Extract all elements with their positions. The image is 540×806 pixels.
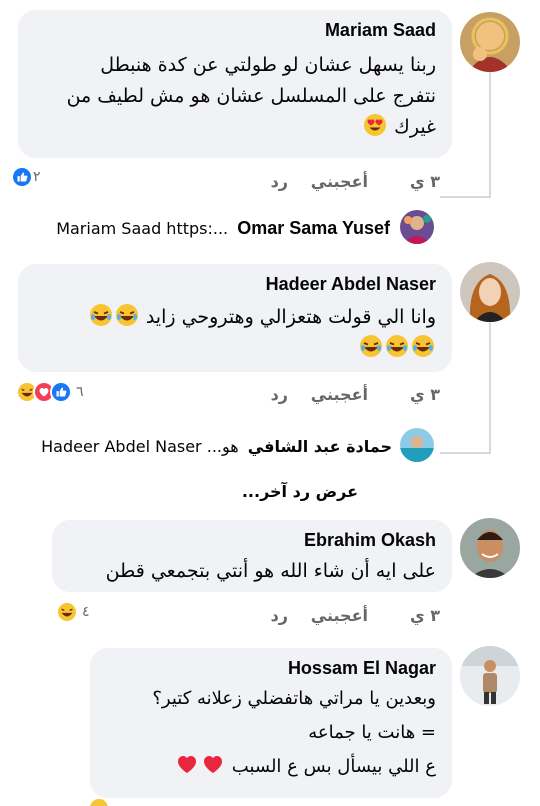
reply-button[interactable]: رد [271,385,288,404]
like-reaction-icon [11,166,33,188]
reaction-count: ٦ [76,384,84,400]
reaction-summary-partial[interactable] [88,796,110,806]
comment-time: ٣ ي [410,172,440,191]
like-button[interactable]: أعجبني [311,172,368,191]
laughing-emoji-icon [385,334,409,358]
avatar[interactable] [460,646,520,706]
reply-preview[interactable]: حمادة عبد الشافي هو... Hadeer Abdel Nase… [41,437,392,456]
comment-text: وانا الي قولت هتعزالي وهتروحي زايد [32,302,436,364]
thread-line [440,196,491,198]
reply-avatar[interactable] [400,210,434,244]
comment-text: وبعدين يا مراتي هاتفضلي زعلانه كتير؟ = ه… [152,688,436,777]
red-heart-emoji-icon [201,752,225,776]
avatar[interactable] [460,12,520,72]
haha-reaction-icon [56,601,78,623]
like-button[interactable]: أعجبني [311,385,368,404]
comment-text: على ايه أن شاء الله هو أنتي بتجمعي قطن [105,560,436,582]
laughing-emoji-icon [359,334,383,358]
comment-bubble: Hadeer Abdel Naser وانا الي قولت هتعزالي… [18,264,452,372]
like-reaction-icon [50,381,72,403]
thread-line [489,318,491,454]
reaction-summary[interactable]: ٦ [16,380,88,404]
reply-button[interactable]: رد [271,606,288,625]
red-heart-emoji-icon [175,752,199,776]
reply-avatar[interactable] [400,428,434,462]
reply-author: حمادة عبد الشافي [247,437,392,456]
comment-time: ٣ ي [410,385,440,404]
reaction-count: ٢ [33,169,41,185]
thread-line [440,452,491,454]
laughing-emoji-icon [411,334,435,358]
avatar[interactable] [460,518,520,578]
comment-bubble: Mariam Saad ربنا يسهل عشان لو طولتي عن ك… [18,10,452,158]
comment-text: ربنا يسهل عشان لو طولتي عن كدة هنبطل نتف… [66,54,436,138]
reply-preview[interactable]: Mariam Saad https:... Omar Sama Yusef [56,218,390,239]
reply-button[interactable]: رد [271,172,288,191]
comment-author[interactable]: Ebrahim Okash [304,530,436,551]
reply-preview-text: هو... Hadeer Abdel Naser [41,437,239,456]
comment-actions: ٣ ي أعجبني رد [0,172,440,194]
comment-author[interactable]: Hossam El Nagar [288,658,436,679]
laughing-emoji-icon [115,303,139,327]
like-button[interactable]: أعجبني [311,606,368,625]
comment-author[interactable]: Hadeer Abdel Naser [266,274,436,295]
heart-eyes-emoji-icon [363,113,387,137]
reaction-summary[interactable]: ٤ [56,600,94,624]
comment-bubble: Hossam El Nagar وبعدين يا مراتي هاتفضلي … [90,648,452,798]
reply-author: Omar Sama Yusef [237,218,390,238]
comment-bubble: Ebrahim Okash على ايه أن شاء الله هو أنت… [52,520,452,592]
comment-time: ٣ ي [410,606,440,625]
reaction-count: ٤ [82,604,90,620]
reaction-summary[interactable]: ٢ [11,165,45,189]
view-more-replies-link[interactable]: عرض رد آخر... [242,482,358,501]
avatar[interactable] [460,262,520,322]
laughing-emoji-icon [89,303,113,327]
reply-preview-text: Mariam Saad https:... [56,219,229,238]
comment-author[interactable]: Mariam Saad [325,20,436,41]
thread-line [489,72,491,198]
haha-reaction-icon [88,797,110,806]
